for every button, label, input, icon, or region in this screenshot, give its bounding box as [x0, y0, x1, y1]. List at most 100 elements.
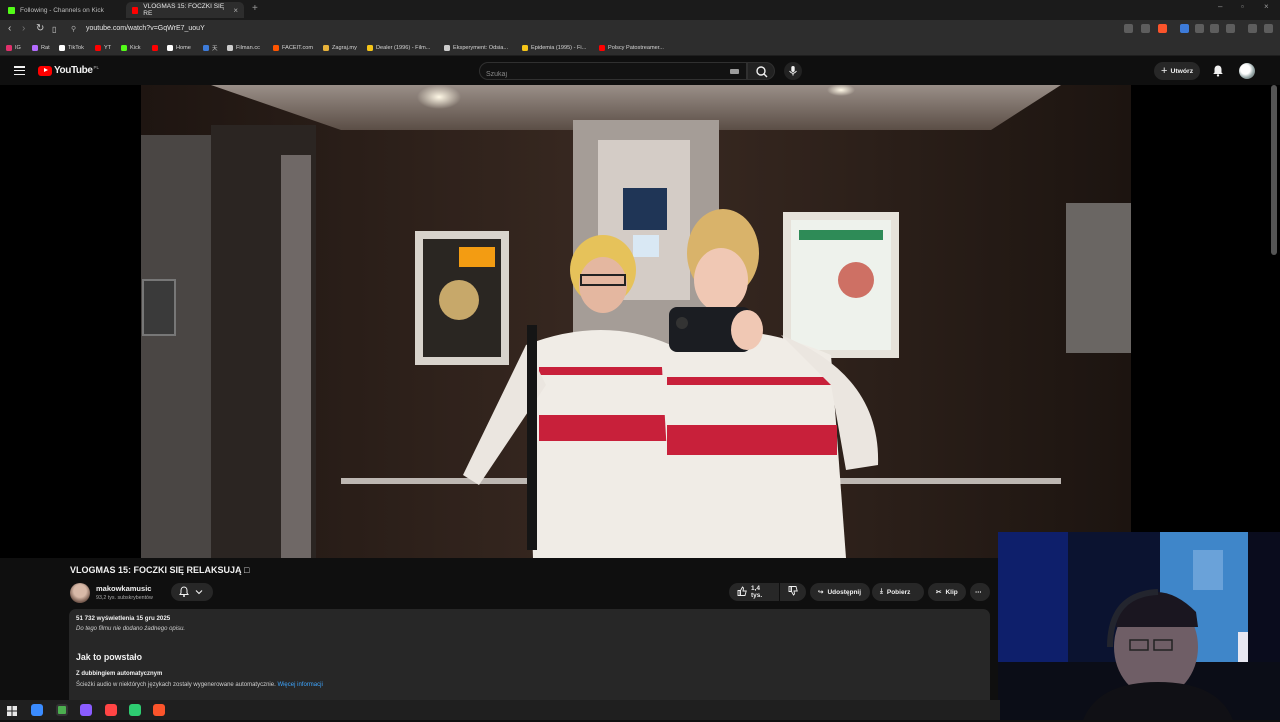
- link-icon[interactable]: [1226, 24, 1235, 33]
- bookmark-glyph-label: 天: [212, 46, 218, 52]
- bookmark-ig[interactable]: IG: [6, 43, 21, 53]
- bookmark-label: Epidemia (1995) - Fi...: [531, 45, 587, 51]
- download-icon[interactable]: [1210, 24, 1219, 33]
- site-info-icon[interactable]: ⚲: [71, 25, 76, 33]
- like-button[interactable]: 1,4 tys.: [729, 583, 779, 601]
- bookmark-dealer[interactable]: Dealer (1996) - Film...: [367, 43, 430, 53]
- logo-wordmark: YouTube: [54, 65, 93, 76]
- reload-icon[interactable]: ↻: [36, 23, 44, 34]
- page-scrollbar[interactable]: [1271, 85, 1277, 255]
- app-icon-3[interactable]: [105, 704, 117, 716]
- maximize-window-button[interactable]: ▫: [1241, 2, 1244, 11]
- download-button[interactable]: ⤓ Pobierz: [872, 583, 924, 601]
- notifications-button[interactable]: [1212, 64, 1224, 82]
- clip-label: Klip: [945, 588, 958, 596]
- bookmark-label: IG: [15, 45, 21, 51]
- close-window-button[interactable]: ×: [1264, 2, 1269, 11]
- browser-tab-strip: Following - Channels on Kick VLOGMAS 15:…: [0, 0, 1280, 20]
- microphone-icon: [789, 66, 797, 76]
- bell-icon: [1213, 65, 1223, 77]
- bookmark-eksperyment[interactable]: Eksperyment: Odsia...: [444, 43, 508, 53]
- bookmark-page-icon[interactable]: ▯: [52, 25, 56, 34]
- bookmark-label: Eksperyment: Odsia...: [453, 45, 509, 51]
- windows-taskbar: [0, 700, 1000, 720]
- browser-address-bar: ‹ › ↻ ▯ ⚲ youtube.com/watch?v=GqWrE7_uou…: [0, 20, 1280, 40]
- keyboard-icon[interactable]: [730, 69, 739, 74]
- scissors-icon: ✂: [936, 589, 942, 596]
- minimize-window-button[interactable]: –: [1218, 2, 1222, 11]
- tab-youtube-video[interactable]: VLOGMAS 15: FOCZKI SIĘ RE ×: [126, 2, 244, 18]
- video-player[interactable]: [0, 85, 1280, 558]
- more-horizontal-icon: ⋯: [975, 589, 982, 596]
- dislike-button[interactable]: [780, 583, 806, 601]
- description-box[interactable]: [69, 609, 990, 709]
- bookmark-epidemia[interactable]: Epidemia (1995) - Fi...: [522, 43, 586, 53]
- chrome-icon[interactable]: [56, 704, 68, 716]
- bookmark-zagraj[interactable]: Zagraj.my: [323, 43, 357, 53]
- webcam-overlay: [998, 532, 1280, 720]
- youtube-icon: [95, 45, 101, 51]
- bookmark-rat[interactable]: Rat: [32, 43, 50, 53]
- instagram-icon: [6, 45, 12, 51]
- youtube-header: YouTube PL + Utwórz: [0, 57, 1280, 85]
- youtube-play-logo-icon: [38, 65, 52, 76]
- video-frame[interactable]: [141, 85, 1131, 558]
- auto-dubbing-description: Ścieżki audio w niektórych językach zost…: [76, 682, 276, 688]
- bookmark-patostreamer[interactable]: Polscy Patostreamer...: [599, 43, 664, 53]
- bookmark-icon: [444, 45, 450, 51]
- bookmark-label: Home: [176, 45, 191, 51]
- more-info-link[interactable]: Więcej informacji: [277, 682, 322, 688]
- menu-hamburger-icon[interactable]: [14, 66, 25, 78]
- brave-icon[interactable]: [153, 704, 165, 716]
- bookmark-yt[interactable]: YT: [95, 43, 111, 53]
- app-icon-4[interactable]: [129, 704, 141, 716]
- cast-icon[interactable]: [1124, 24, 1133, 33]
- back-arrow-icon[interactable]: ‹: [8, 23, 11, 34]
- windows-start-icon[interactable]: [6, 704, 18, 716]
- create-label: Utwórz: [1170, 67, 1194, 75]
- bookmark-label: Kick: [130, 45, 141, 51]
- channel-avatar[interactable]: [70, 583, 90, 603]
- browser-menu-icon[interactable]: [1264, 24, 1273, 33]
- bookmark-icon: [323, 45, 329, 51]
- share-page-icon[interactable]: [1141, 24, 1150, 33]
- bookmark-faceit[interactable]: FACEIT.com: [273, 43, 313, 53]
- clip-button[interactable]: ✂ Klip: [928, 583, 966, 601]
- no-description-text: Do tego filmu nie dodano żadnego opisu.: [76, 626, 186, 632]
- tab-kick[interactable]: Following - Channels on Kick: [2, 2, 122, 18]
- search-input[interactable]: [486, 71, 716, 78]
- thumbs-up-icon: [737, 586, 747, 598]
- subscription-bell-button[interactable]: [171, 583, 213, 601]
- bookmark-kick[interactable]: Kick: [121, 43, 141, 53]
- bookmark-blue[interactable]: 天: [203, 43, 218, 53]
- account-avatar[interactable]: [1239, 63, 1255, 79]
- new-tab-button[interactable]: +: [252, 3, 258, 14]
- bookmark-tiktok[interactable]: TikTok: [59, 43, 84, 53]
- brave-shields-icon[interactable]: [1158, 24, 1167, 33]
- bookmark-youtube[interactable]: [152, 43, 161, 53]
- extension-icon-1[interactable]: [1180, 24, 1189, 33]
- voice-search-button[interactable]: [784, 62, 802, 80]
- app-icon-1[interactable]: [31, 704, 43, 716]
- share-button[interactable]: ↪ Udostępnij: [810, 583, 870, 601]
- url-field[interactable]: youtube.com/watch?v=GqWrE7_uouY: [86, 25, 205, 32]
- bookmark-home[interactable]: Home: [167, 43, 191, 53]
- like-count: 1,4 tys.: [751, 585, 763, 599]
- channel-name[interactable]: makowkamusic: [96, 584, 151, 593]
- bookmark-label: YT: [104, 45, 112, 51]
- extensions-icon[interactable]: [1195, 24, 1204, 33]
- close-tab-icon[interactable]: ×: [233, 6, 238, 15]
- bookmark-label: Dealer (1996) - Film...: [376, 45, 431, 51]
- bookmark-icon: [32, 45, 38, 51]
- auto-dubbing-text: Ścieżki audio w niektórych językach zost…: [76, 682, 323, 688]
- more-actions-button[interactable]: ⋯: [970, 583, 990, 601]
- search-button[interactable]: [747, 62, 775, 80]
- bookmark-icon: [227, 45, 233, 51]
- youtube-logo[interactable]: YouTube PL: [38, 65, 99, 76]
- app-icon-2[interactable]: [80, 704, 92, 716]
- media-icon[interactable]: [1248, 24, 1257, 33]
- bookmark-filman[interactable]: Filman.cc: [227, 43, 260, 53]
- forward-arrow-icon[interactable]: ›: [22, 23, 25, 34]
- create-button[interactable]: + Utwórz: [1154, 62, 1201, 80]
- share-label: Udostępnij: [827, 588, 862, 596]
